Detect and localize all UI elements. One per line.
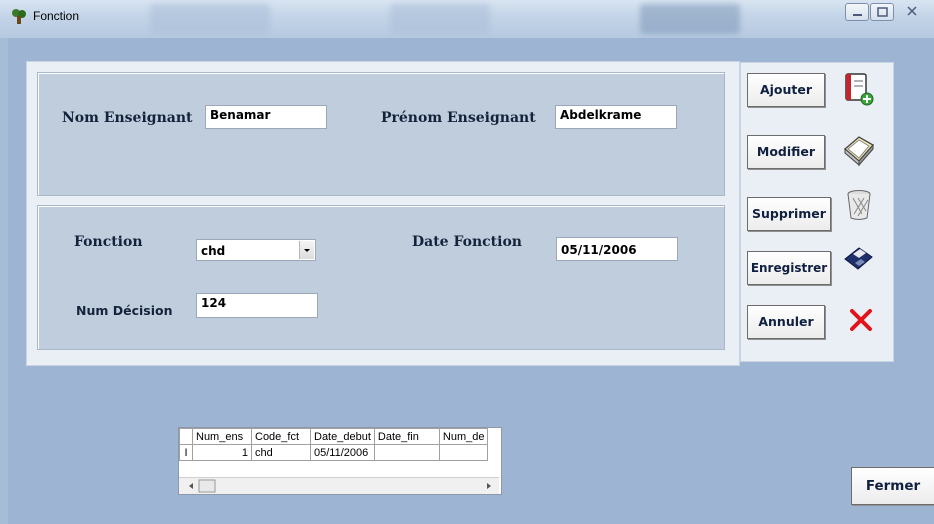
grid-column-header[interactable]: Num_ens (192, 428, 252, 445)
chevron-down-icon (304, 249, 310, 252)
grid-column-header[interactable]: Date_debut (310, 428, 375, 445)
prenom-field[interactable]: Abdelkrame (555, 105, 677, 129)
left-edge (0, 38, 8, 524)
minimize-icon (853, 14, 862, 16)
action-panel: Ajouter Modifier Supprimer Enregistrer A… (740, 62, 894, 362)
fonction-label: Fonction (74, 234, 143, 250)
date-label: Date Fonction (412, 234, 522, 250)
title-bar-blur (640, 4, 740, 34)
minimize-button[interactable] (845, 3, 869, 21)
modifier-button[interactable]: Modifier (747, 135, 825, 169)
grid-column-header[interactable]: Date_fin (373, 428, 440, 445)
grid-column-header[interactable]: Code_fct (251, 428, 311, 445)
supprimer-button[interactable]: Supprimer (747, 197, 831, 231)
edit-papers-icon (844, 136, 875, 167)
grid-cell[interactable] (373, 444, 440, 461)
red-x-icon (850, 309, 872, 331)
trash-bin-icon (847, 190, 871, 220)
grid-cell[interactable]: 1 (192, 444, 252, 461)
window-title: Fonction (33, 9, 80, 23)
enregistrer-button[interactable]: Enregistrer (747, 251, 831, 285)
annuler-button[interactable]: Annuler (747, 305, 825, 339)
grid-cell[interactable]: 05/11/2006 (310, 444, 375, 461)
app-icon (12, 9, 26, 24)
date-field[interactable]: 05/11/2006 (556, 237, 678, 261)
form-panel: Nom Enseignant Benamar Prénom Enseignant… (26, 61, 740, 366)
num-decision-label: Num Décision (76, 303, 173, 318)
title-bar-blur (150, 4, 270, 34)
row-selector-header (179, 428, 193, 445)
fermer-button[interactable]: Fermer (851, 467, 934, 505)
row-cursor-icon: I (179, 444, 193, 461)
maximize-button[interactable] (870, 3, 894, 21)
grid-table: Num_ens Code_fct Date_debut Date_fin Num… (179, 428, 489, 461)
floppy-disk-icon (844, 247, 873, 270)
function-pane: Fonction chd Date Fonction 05/11/2006 Nu… (37, 205, 725, 350)
title-bar: Fonction (0, 0, 934, 38)
horizontal-scrollbar[interactable] (179, 477, 499, 494)
maximize-icon (877, 7, 888, 17)
nom-field[interactable]: Benamar (205, 105, 327, 129)
dropdown-button[interactable] (299, 241, 314, 259)
fonction-value: chd (201, 244, 226, 258)
num-decision-field[interactable]: 124 (196, 293, 318, 318)
grid-header-row: Num_ens Code_fct Date_debut Date_fin Num… (179, 428, 489, 445)
scrollbar-arrows (189, 479, 491, 493)
title-bar-blur (390, 4, 490, 34)
data-grid[interactable]: Num_ens Code_fct Date_debut Date_fin Num… (178, 427, 502, 495)
add-document-icon (845, 73, 874, 106)
nom-label: Nom Enseignant (62, 110, 193, 126)
grid-cell[interactable] (438, 444, 489, 461)
close-window-button[interactable] (898, 3, 928, 21)
table-row[interactable]: I 1 chd 05/11/2006 (179, 444, 489, 461)
grid-cell[interactable]: chd (251, 444, 311, 461)
ajouter-button[interactable]: Ajouter (747, 73, 825, 107)
grid-column-header[interactable]: Num_de (438, 428, 489, 445)
teacher-pane: Nom Enseignant Benamar Prénom Enseignant… (37, 72, 725, 196)
prenom-label: Prénom Enseignant (381, 110, 536, 126)
fonction-select[interactable]: chd (196, 239, 316, 261)
close-icon (907, 6, 917, 16)
